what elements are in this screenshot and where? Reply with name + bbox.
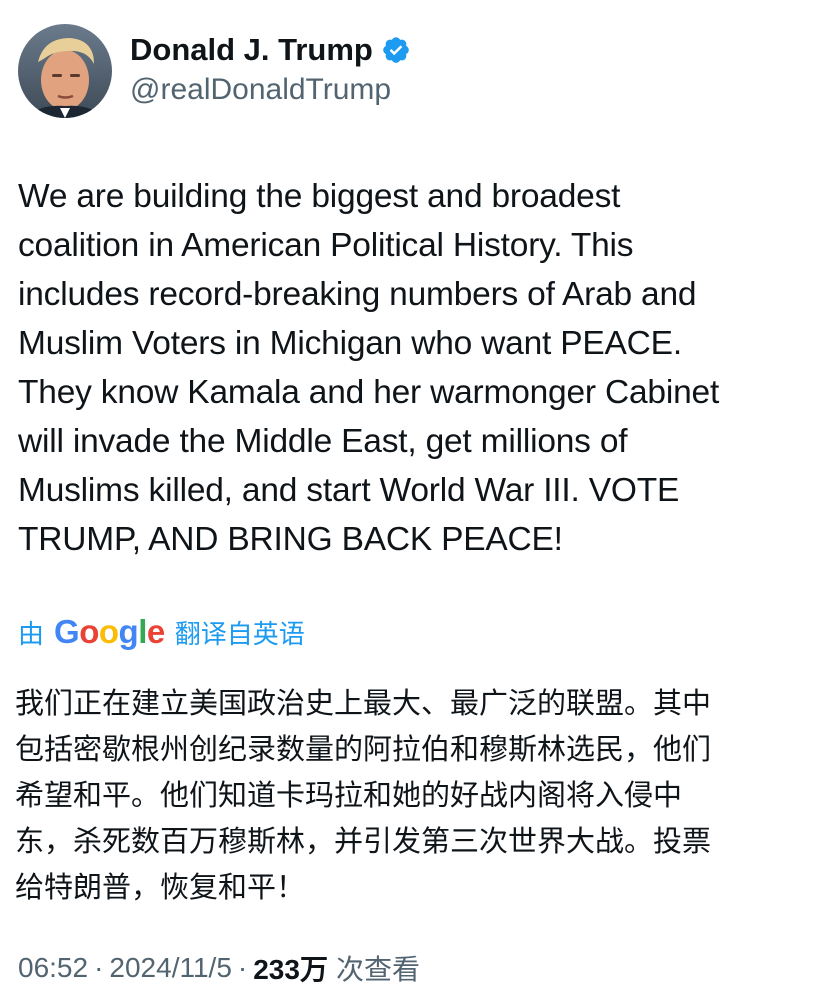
google-logo: Google	[54, 613, 165, 650]
tweet-line: Muslims killed, and start World War III.…	[18, 472, 680, 509]
tweet-date[interactable]: 2024/11/5	[109, 952, 232, 984]
translation-attribution[interactable]: 由 Google 翻译自英语	[18, 612, 305, 652]
translated-line: 我们正在建立美国政治史上最大、最广泛的联盟。其中	[15, 686, 712, 720]
tweet-line: We are building the biggest and broadest	[18, 178, 621, 215]
views-label: 次查看	[335, 954, 420, 985]
author-handle[interactable]: @realDonaldTrump	[130, 70, 411, 110]
translated-body: 我们正在建立美国政治史上最大、最广泛的联盟。其中 包括密歇根州创纪录数量的阿拉伯…	[15, 680, 815, 910]
tweet-line: includes record-breaking numbers of Arab…	[18, 276, 697, 313]
avatar[interactable]	[18, 24, 112, 118]
tweet-line: coalition in American Political History.…	[18, 227, 634, 264]
tweet-meta: 06:52 · 2024/11/5 · 233万 次查看	[18, 948, 420, 988]
tweet-body: We are building the biggest and broadest…	[18, 172, 808, 564]
views-count: 233万	[253, 954, 328, 985]
verified-badge-icon	[381, 35, 411, 65]
tweet-line: Muslim Voters in Michigan who want PEACE…	[18, 325, 682, 362]
meta-separator: ·	[94, 952, 104, 983]
meta-separator: ·	[237, 952, 248, 983]
translated-line: 包括密歇根州创纪录数量的阿拉伯和穆斯林选民，他们	[15, 732, 712, 766]
translated-line: 给特朗普，恢复和平！	[15, 870, 306, 904]
translated-line: 东，杀死数百万穆斯林，并引发第三次世界大战。投票	[15, 824, 712, 858]
tweet-time[interactable]: 06:52	[18, 952, 88, 984]
tweet-header: Donald J. Trump @realDonaldTrump	[18, 24, 411, 118]
tweet-line: They know Kamala and her warmonger Cabin…	[18, 374, 720, 411]
tweet-line: will invade the Middle East, get million…	[18, 423, 628, 460]
author-name-row[interactable]: Donald J. Trump	[130, 32, 411, 68]
tweet-line: TRUMP, AND BRING BACK PEACE!	[18, 521, 563, 558]
author-names: Donald J. Trump @realDonaldTrump	[130, 32, 411, 110]
translated-line: 希望和平。他们知道卡玛拉和她的好战内阁将入侵中	[15, 778, 683, 812]
author-display-name[interactable]: Donald J. Trump	[130, 32, 373, 68]
translation-suffix: 翻译自英语	[174, 618, 305, 649]
translation-prefix: 由	[18, 618, 45, 649]
